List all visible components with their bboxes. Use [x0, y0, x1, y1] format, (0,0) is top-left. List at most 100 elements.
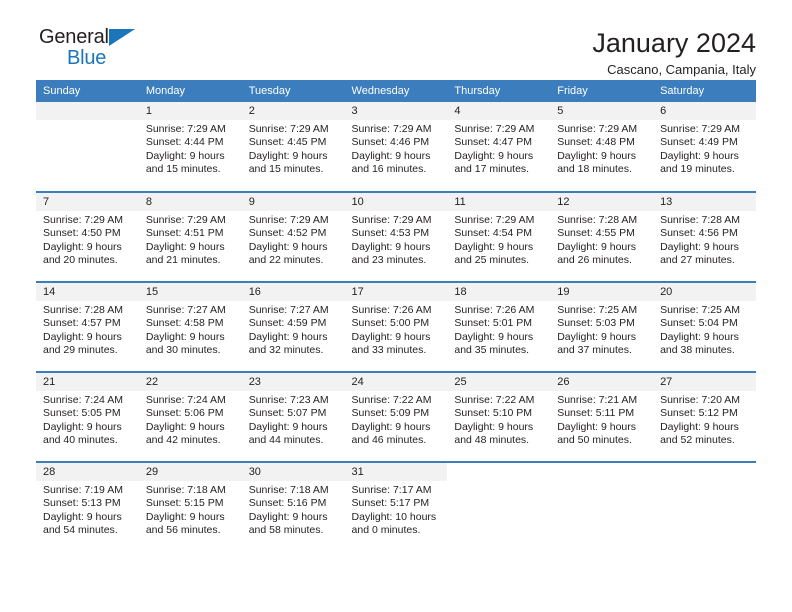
- day-cell[interactable]: 12 Sunrise: 7:28 AM Sunset: 4:55 PM Dayligh…: [550, 191, 654, 282]
- day-cell[interactable]: 25 Sunrise: 7:22 AM Sunset: 5:10 PM Dayligh…: [447, 371, 551, 462]
- day-cell[interactable]: 15 Sunrise: 7:27 AM Sunset: 4:58 PM Dayligh…: [138, 281, 242, 372]
- sunrise-text: Sunrise: 7:29 AM: [454, 214, 535, 226]
- day-cell[interactable]: 4 Sunrise: 7:29 AM Sunset: 4:47 PM Daylight…: [447, 102, 551, 192]
- sunset-text: Sunset: 4:56 PM: [660, 227, 738, 240]
- day-details: Sunrise: 7:28 AM Sunset: 4:55 PM Daylight:…: [550, 211, 653, 268]
- day-cell[interactable]: 17 Sunrise: 7:26 AM Sunset: 5:00 PM Dayligh…: [344, 281, 448, 372]
- sunrise-text: Sunrise: 7:21 AM: [557, 394, 638, 406]
- daylight-text-line1: Daylight: 9 hours: [43, 240, 122, 253]
- day-cell[interactable]: 13 Sunrise: 7:28 AM Sunset: 4:56 PM Dayligh…: [653, 191, 756, 282]
- day-number: 21: [36, 373, 139, 391]
- day-cell-inner: 6 Sunrise: 7:29 AM Sunset: 4:49 PM Daylight…: [653, 102, 756, 190]
- day-cell-inner: 1 Sunrise: 7:29 AM Sunset: 4:44 PM Daylight…: [138, 102, 242, 190]
- day-number: 18: [447, 283, 551, 301]
- day-cell[interactable]: 28 Sunrise: 7:19 AM Sunset: 5:13 PM Dayligh…: [36, 461, 139, 552]
- day-cell[interactable]: [36, 102, 139, 192]
- daylight-text-line1: Daylight: 9 hours: [248, 420, 328, 433]
- sunset-text: Sunset: 4:51 PM: [145, 227, 224, 240]
- day-cell[interactable]: 6 Sunrise: 7:29 AM Sunset: 4:49 PM Daylight…: [653, 102, 756, 192]
- day-number: 5: [550, 102, 654, 120]
- day-cell[interactable]: 19 Sunrise: 7:25 AM Sunset: 5:03 PM Dayligh…: [550, 281, 654, 372]
- day-number: 9: [241, 193, 345, 211]
- day-cell[interactable]: 20 Sunrise: 7:25 AM Sunset: 5:04 PM Dayligh…: [653, 281, 756, 372]
- day-cell[interactable]: [447, 461, 551, 552]
- day-cell[interactable]: 23 Sunrise: 7:23 AM Sunset: 5:07 PM Dayligh…: [241, 371, 345, 462]
- day-cell-inner: 11 Sunrise: 7:29 AM Sunset: 4:54 PM Dayligh…: [447, 193, 551, 281]
- sunrise-text: Sunrise: 7:19 AM: [43, 484, 123, 496]
- day-cell[interactable]: 29 Sunrise: 7:18 AM Sunset: 5:15 PM Dayligh…: [138, 461, 242, 552]
- day-cell[interactable]: 24 Sunrise: 7:22 AM Sunset: 5:09 PM Dayligh…: [344, 371, 448, 462]
- day-cell[interactable]: 14 Sunrise: 7:28 AM Sunset: 4:57 PM Dayligh…: [36, 281, 139, 372]
- daylight-text-line1: Daylight: 9 hours: [454, 149, 534, 162]
- day-number: 28: [36, 463, 139, 481]
- sunrise-text: Sunrise: 7:25 AM: [557, 304, 638, 316]
- day-cell-inner: 10 Sunrise: 7:29 AM Sunset: 4:53 PM Dayligh…: [344, 193, 448, 281]
- sunset-text: Sunset: 4:53 PM: [351, 227, 430, 240]
- day-cell[interactable]: 11 Sunrise: 7:29 AM Sunset: 4:54 PM Dayligh…: [447, 191, 551, 282]
- day-cell-inner: 30 Sunrise: 7:18 AM Sunset: 5:16 PM Dayligh…: [241, 463, 345, 551]
- day-number: 3: [344, 102, 448, 120]
- day-details: Sunrise: 7:23 AM Sunset: 5:07 PM Daylight:…: [242, 391, 345, 448]
- day-cell[interactable]: 27 Sunrise: 7:20 AM Sunset: 5:12 PM Dayligh…: [653, 371, 756, 462]
- day-cell[interactable]: 21 Sunrise: 7:24 AM Sunset: 5:05 PM Dayligh…: [36, 371, 139, 462]
- weekday-header-saturday: Saturday: [653, 80, 756, 102]
- day-cell[interactable]: 31 Sunrise: 7:17 AM Sunset: 5:17 PM Dayligh…: [344, 461, 448, 552]
- daylight-text-line2: and 48 minutes.: [454, 434, 530, 447]
- day-cell[interactable]: 18 Sunrise: 7:26 AM Sunset: 5:01 PM Dayligh…: [447, 281, 551, 372]
- day-cell[interactable]: [653, 461, 756, 552]
- day-cell[interactable]: 10 Sunrise: 7:29 AM Sunset: 4:53 PM Dayligh…: [344, 191, 448, 282]
- sunset-text: Sunset: 4:52 PM: [248, 227, 327, 240]
- day-details: Sunrise: 7:29 AM Sunset: 4:53 PM Daylight:…: [345, 211, 448, 268]
- day-number: 2: [241, 102, 345, 120]
- day-details: Sunrise: 7:29 AM Sunset: 4:44 PM Daylight:…: [139, 120, 242, 177]
- day-details: Sunrise: 7:21 AM Sunset: 5:11 PM Daylight:…: [550, 391, 653, 448]
- day-cell-inner: 5 Sunrise: 7:29 AM Sunset: 4:48 PM Daylight…: [550, 102, 654, 190]
- day-cell[interactable]: 30 Sunrise: 7:18 AM Sunset: 5:16 PM Dayligh…: [241, 461, 345, 552]
- day-details: Sunrise: 7:22 AM Sunset: 5:09 PM Daylight:…: [345, 391, 448, 448]
- sunrise-text: Sunrise: 7:29 AM: [557, 123, 638, 135]
- day-cell[interactable]: 8 Sunrise: 7:29 AM Sunset: 4:51 PM Daylight…: [138, 191, 242, 282]
- daylight-text-line2: and 20 minutes.: [43, 254, 118, 267]
- day-details: Sunrise: 7:29 AM Sunset: 4:50 PM Daylight:…: [36, 211, 139, 268]
- daylight-text-line1: Daylight: 9 hours: [351, 330, 431, 343]
- day-number: 27: [653, 373, 756, 391]
- sunrise-text: Sunrise: 7:28 AM: [660, 214, 741, 226]
- day-number: 26: [550, 373, 654, 391]
- day-cell[interactable]: 7 Sunrise: 7:29 AM Sunset: 4:50 PM Daylight…: [36, 191, 139, 282]
- sunrise-text: Sunrise: 7:29 AM: [454, 123, 535, 135]
- daylight-text-line2: and 56 minutes.: [145, 524, 221, 537]
- daylight-text-line2: and 0 minutes.: [351, 524, 421, 537]
- day-cell-inner: 31 Sunrise: 7:17 AM Sunset: 5:17 PM Dayligh…: [344, 463, 448, 551]
- day-cell[interactable]: 16 Sunrise: 7:27 AM Sunset: 4:59 PM Dayligh…: [241, 281, 345, 372]
- daylight-text-line2: and 29 minutes.: [43, 344, 118, 357]
- daylight-text-line2: and 18 minutes.: [557, 163, 632, 176]
- logo-text-general: General: [39, 26, 149, 48]
- day-cell[interactable]: 26 Sunrise: 7:21 AM Sunset: 5:11 PM Dayligh…: [550, 371, 654, 462]
- sunrise-text: Sunrise: 7:18 AM: [145, 484, 226, 496]
- day-details: Sunrise: 7:26 AM Sunset: 5:01 PM Daylight:…: [447, 301, 550, 358]
- day-cell[interactable]: [550, 461, 654, 552]
- day-cell[interactable]: 3 Sunrise: 7:29 AM Sunset: 4:46 PM Daylight…: [344, 102, 448, 192]
- daylight-text-line1: Daylight: 9 hours: [145, 510, 225, 523]
- day-cell[interactable]: 2 Sunrise: 7:29 AM Sunset: 4:45 PM Daylight…: [241, 102, 345, 192]
- day-number: 12: [550, 193, 654, 211]
- day-number: 24: [344, 373, 448, 391]
- daylight-text-line2: and 25 minutes.: [454, 254, 530, 267]
- day-cell[interactable]: 1 Sunrise: 7:29 AM Sunset: 4:44 PM Daylight…: [138, 102, 242, 192]
- daylight-text-line2: and 52 minutes.: [660, 434, 735, 447]
- page-header: General Blue January 2024 Cascano, Campa…: [36, 0, 756, 77]
- sunrise-text: Sunrise: 7:18 AM: [248, 484, 329, 496]
- logo-word-blue: Blue: [67, 47, 107, 69]
- day-cell[interactable]: 5 Sunrise: 7:29 AM Sunset: 4:48 PM Daylight…: [550, 102, 654, 192]
- day-details: Sunrise: 7:24 AM Sunset: 5:05 PM Daylight:…: [36, 391, 139, 448]
- daylight-text-line2: and 35 minutes.: [454, 344, 530, 357]
- sunset-text: Sunset: 5:03 PM: [557, 317, 635, 330]
- day-number: 29: [138, 463, 242, 481]
- day-cell[interactable]: 9 Sunrise: 7:29 AM Sunset: 4:52 PM Daylight…: [241, 191, 345, 282]
- weekday-header-friday: Friday: [550, 80, 654, 102]
- day-cell[interactable]: 22 Sunrise: 7:24 AM Sunset: 5:06 PM Dayligh…: [138, 371, 242, 462]
- day-number: [447, 463, 550, 481]
- sunset-text: Sunset: 4:48 PM: [557, 136, 635, 149]
- day-details: Sunrise: 7:27 AM Sunset: 4:58 PM Daylight:…: [139, 301, 242, 358]
- day-cell-inner: 21 Sunrise: 7:24 AM Sunset: 5:05 PM Dayligh…: [36, 373, 139, 461]
